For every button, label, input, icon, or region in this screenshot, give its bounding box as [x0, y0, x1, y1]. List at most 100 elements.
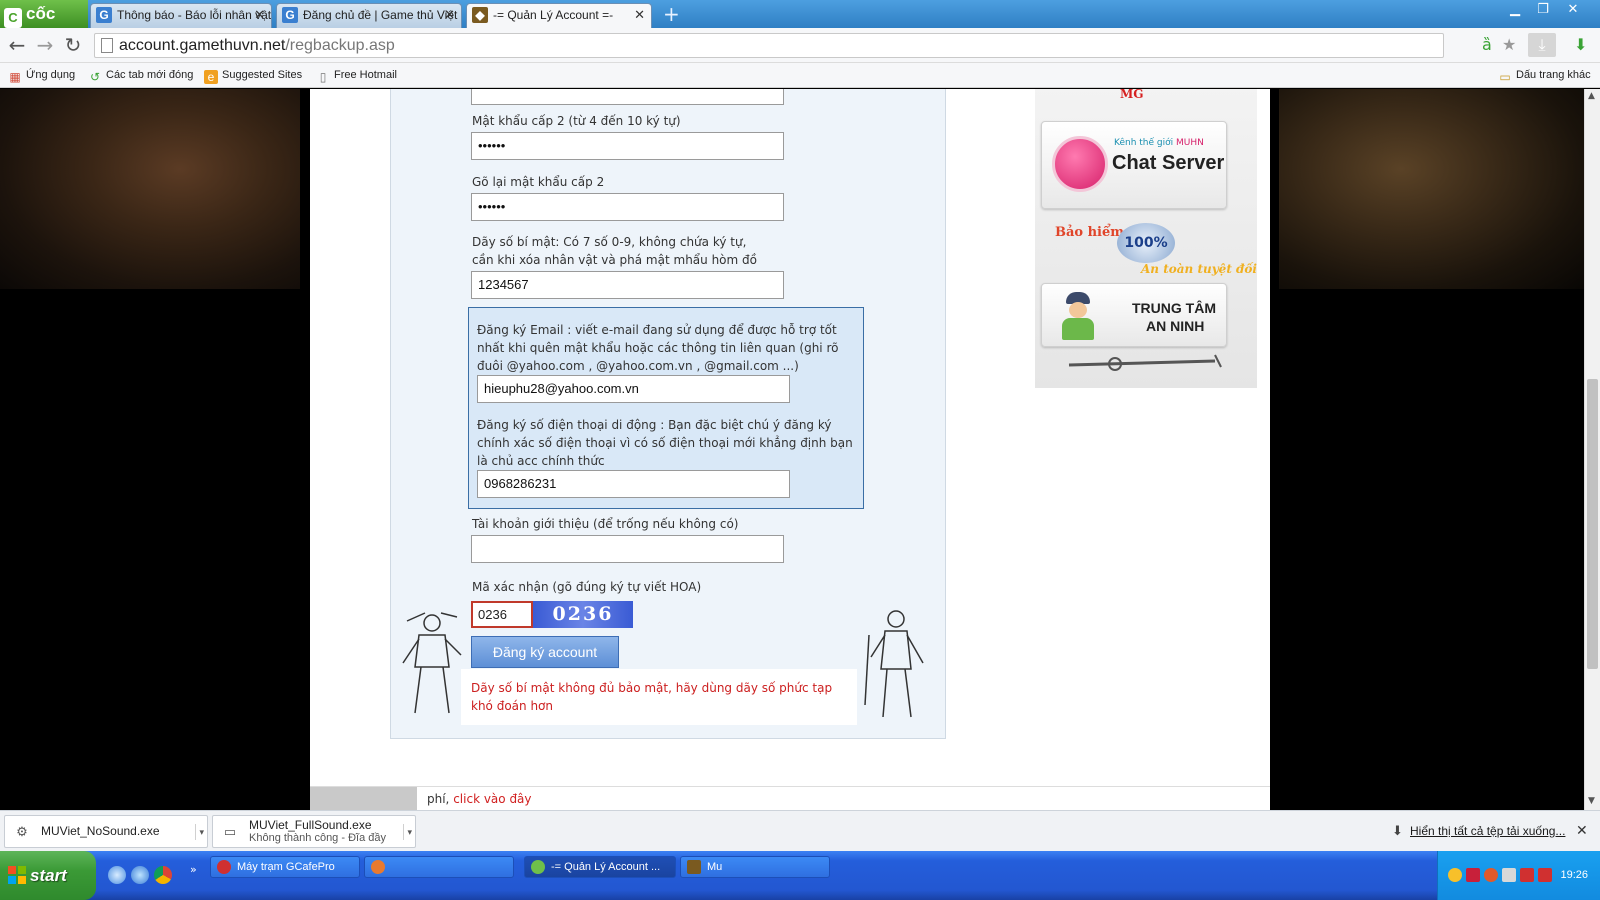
tray-emoticon-icon[interactable] — [1448, 868, 1462, 882]
system-tray: 19:26 — [1437, 851, 1600, 900]
quicklaunch-browser-icon[interactable] — [131, 866, 149, 884]
forward-arrow-icon[interactable]: → — [34, 34, 56, 56]
quicklaunch-chrome-icon[interactable] — [154, 866, 172, 884]
task-quan-ly-account[interactable]: -= Quản Lý Account ... — [524, 856, 676, 878]
tray-antivirus-icon[interactable] — [1520, 868, 1534, 882]
vertical-scrollbar[interactable]: ▲ ▼ — [1584, 89, 1600, 810]
show-all-downloads-link[interactable]: Hiển thị tất cả tệp tải xuống... — [1410, 824, 1565, 838]
task-gcafepro[interactable]: Máy trạm GCafePro — [210, 856, 360, 878]
coccoc-translate-icon[interactable]: ȁ — [1482, 37, 1492, 53]
tab-close-icon[interactable]: ✕ — [634, 4, 645, 26]
tray-app-icon[interactable] — [1484, 868, 1498, 882]
secret-number-input[interactable]: 1234567 — [471, 271, 784, 299]
register-account-button[interactable]: Đăng ký account — [471, 636, 619, 668]
download-status: Không thành công - Đĩa đầy — [249, 832, 386, 844]
page-viewport: Mật khẩu cấp 2 (từ 4 đến 10 ký tự) •••••… — [0, 89, 1584, 810]
windows-flag-icon — [8, 866, 26, 884]
reload-icon[interactable]: ↻ — [62, 34, 84, 56]
scroll-up-arrow-icon[interactable]: ▲ — [1588, 91, 1595, 101]
pw2-label: Mật khẩu cấp 2 (từ 4 đến 10 ký tự) — [472, 114, 681, 128]
browser-tab-strip: Ccốc cốc G Thông báo - Báo lỗi nhân vật … — [0, 0, 1600, 51]
chat-bubble-icon — [1052, 136, 1108, 192]
scroll-thumb[interactable] — [1587, 379, 1598, 669]
registration-form: Mật khẩu cấp 2 (từ 4 đến 10 ký tự) •••••… — [390, 89, 946, 739]
bookmark-label: Các tab mới đóng — [106, 69, 194, 81]
footer-gray-cell — [310, 787, 417, 810]
right-sidebar: MG Kênh thế giới MUHN Chat Server Bảo hi… — [1035, 89, 1257, 388]
tab-quan-ly-account[interactable]: ◆ -= Quản Lý Account =- ✕ — [466, 3, 652, 28]
chat-small-label: Kênh thế giới MUHN — [1114, 138, 1204, 148]
close-downloads-icon[interactable]: ✕ — [1576, 822, 1588, 839]
tab-close-icon[interactable]: ✕ — [254, 4, 265, 26]
address-bar[interactable]: account.gamethuvn.net/regbackup.asp — [94, 33, 1444, 58]
download-manager-icon[interactable]: ⤓ — [1528, 33, 1556, 57]
email-input[interactable]: hieuphu28@yahoo.com.vn — [477, 375, 790, 403]
bookmark-label: Ứng dụng — [26, 69, 76, 81]
tray-network-icon[interactable] — [1502, 868, 1516, 882]
coccoc-icon — [531, 860, 545, 874]
start-label: start — [30, 866, 67, 885]
bookmark-recent-tabs[interactable]: ↺ Các tab mới đóng — [88, 67, 193, 84]
exe-file-icon: ⚙ — [16, 824, 28, 839]
history-icon: ↺ — [89, 70, 101, 84]
captcha-input[interactable]: 0236 — [471, 601, 533, 628]
chat-server-title: Chat Server — [1112, 152, 1225, 174]
footer-link[interactable]: click vào đây — [453, 792, 531, 806]
coccoc-logo[interactable]: Ccốc cốc — [0, 0, 88, 51]
coccoc-icon: C — [4, 8, 22, 28]
scroll-down-arrow-icon[interactable]: ▼ — [1588, 796, 1595, 806]
new-tab-button[interactable]: + — [663, 2, 680, 26]
download-menu-caret-icon[interactable]: ▾ — [403, 824, 412, 840]
captcha-label: Mã xác nhận (gõ đúng ký tự viết HOA) — [472, 580, 702, 594]
url-host: account.gamethuvn.net — [119, 37, 286, 54]
browser-toolbar: ← → ↻ account.gamethuvn.net/regbackup.as… — [0, 28, 1600, 63]
savior-download-icon[interactable]: ⬇ — [1574, 37, 1587, 53]
url-text: account.gamethuvn.net/regbackup.asp — [119, 34, 395, 57]
warrior-sketch-right — [864, 610, 924, 718]
background-art-left — [0, 89, 300, 289]
footer-prefix: phí, — [427, 792, 450, 806]
bookmark-apps[interactable]: ▦ Ứng dụng — [8, 67, 75, 84]
window-close-icon[interactable]: ✕ — [1561, 1, 1585, 19]
other-bookmarks[interactable]: ▭ Dấu trang khác — [1498, 67, 1590, 84]
exe-file-icon: ▭ — [223, 824, 237, 839]
task-mu[interactable]: Mu — [680, 856, 830, 878]
tray-v-icon[interactable] — [1466, 868, 1480, 882]
tab-label: -= Quản Lý Account =- — [493, 8, 614, 22]
pw2-input[interactable]: •••••• — [471, 132, 784, 160]
quicklaunch-expand-icon[interactable]: » — [190, 863, 197, 876]
quicklaunch-ie-icon[interactable] — [108, 866, 126, 884]
tab-dang-chu-de[interactable]: G Đăng chủ đề | Game thủ Việt ✕ — [276, 3, 462, 28]
chat-server-banner[interactable]: Kênh thế giới MUHN Chat Server — [1041, 121, 1227, 209]
tray-monitor-icon[interactable] — [1538, 868, 1552, 882]
task-unnamed[interactable] — [364, 856, 514, 878]
tab-label: Đăng chủ đề | Game thủ Việt — [303, 8, 458, 22]
minimize-icon[interactable]: ▁ — [1503, 1, 1527, 19]
back-arrow-icon[interactable]: ← — [6, 34, 28, 56]
apps-icon: ▦ — [9, 70, 21, 84]
security-line-2: AN NINH — [1146, 318, 1205, 334]
bookmark-label: Suggested Sites — [222, 69, 303, 81]
restore-icon[interactable]: ❐ — [1531, 1, 1555, 19]
tab-close-icon[interactable]: ✕ — [444, 4, 455, 26]
download-menu-caret-icon[interactable]: ▾ — [195, 824, 204, 840]
previous-field[interactable] — [471, 89, 784, 105]
tab-thong-bao[interactable]: G Thông báo - Báo lỗi nhân vật ✕ — [90, 3, 272, 28]
referral-input[interactable] — [471, 535, 784, 563]
bookmark-suggested-sites[interactable]: e Suggested Sites — [204, 67, 302, 84]
folder-icon: ▭ — [1499, 70, 1511, 84]
page-content: Mật khẩu cấp 2 (từ 4 đến 10 ký tự) •••••… — [310, 89, 1270, 810]
phone-input[interactable]: 0968286231 — [477, 470, 790, 498]
pw2-confirm-input[interactable]: •••••• — [471, 193, 784, 221]
download-arrow-icon: ⬇ — [1392, 823, 1403, 838]
download-item[interactable]: ▭ MUViet_FullSound.exe Không thành công … — [212, 815, 416, 848]
app-icon — [371, 860, 385, 874]
bookmark-star-icon[interactable]: ★ — [1502, 37, 1516, 53]
start-button[interactable]: start — [0, 851, 96, 900]
gamethuvn-favicon-icon: G — [282, 7, 298, 23]
security-center-banner[interactable]: TRUNG TÂM AN NINH — [1041, 283, 1227, 347]
item-insurance-banner[interactable]: Bảo hiểm đồ 100% An toàn tuyệt đối — [1055, 219, 1257, 281]
bookmarks-bar: ▦ Ứng dụng ↺ Các tab mới đóng e Suggested S… — [0, 63, 1600, 88]
bookmark-free-hotmail[interactable]: ▯ Free Hotmail — [316, 67, 397, 84]
download-item[interactable]: ⚙ MUViet_NoSound.exe ▾ — [4, 815, 208, 848]
